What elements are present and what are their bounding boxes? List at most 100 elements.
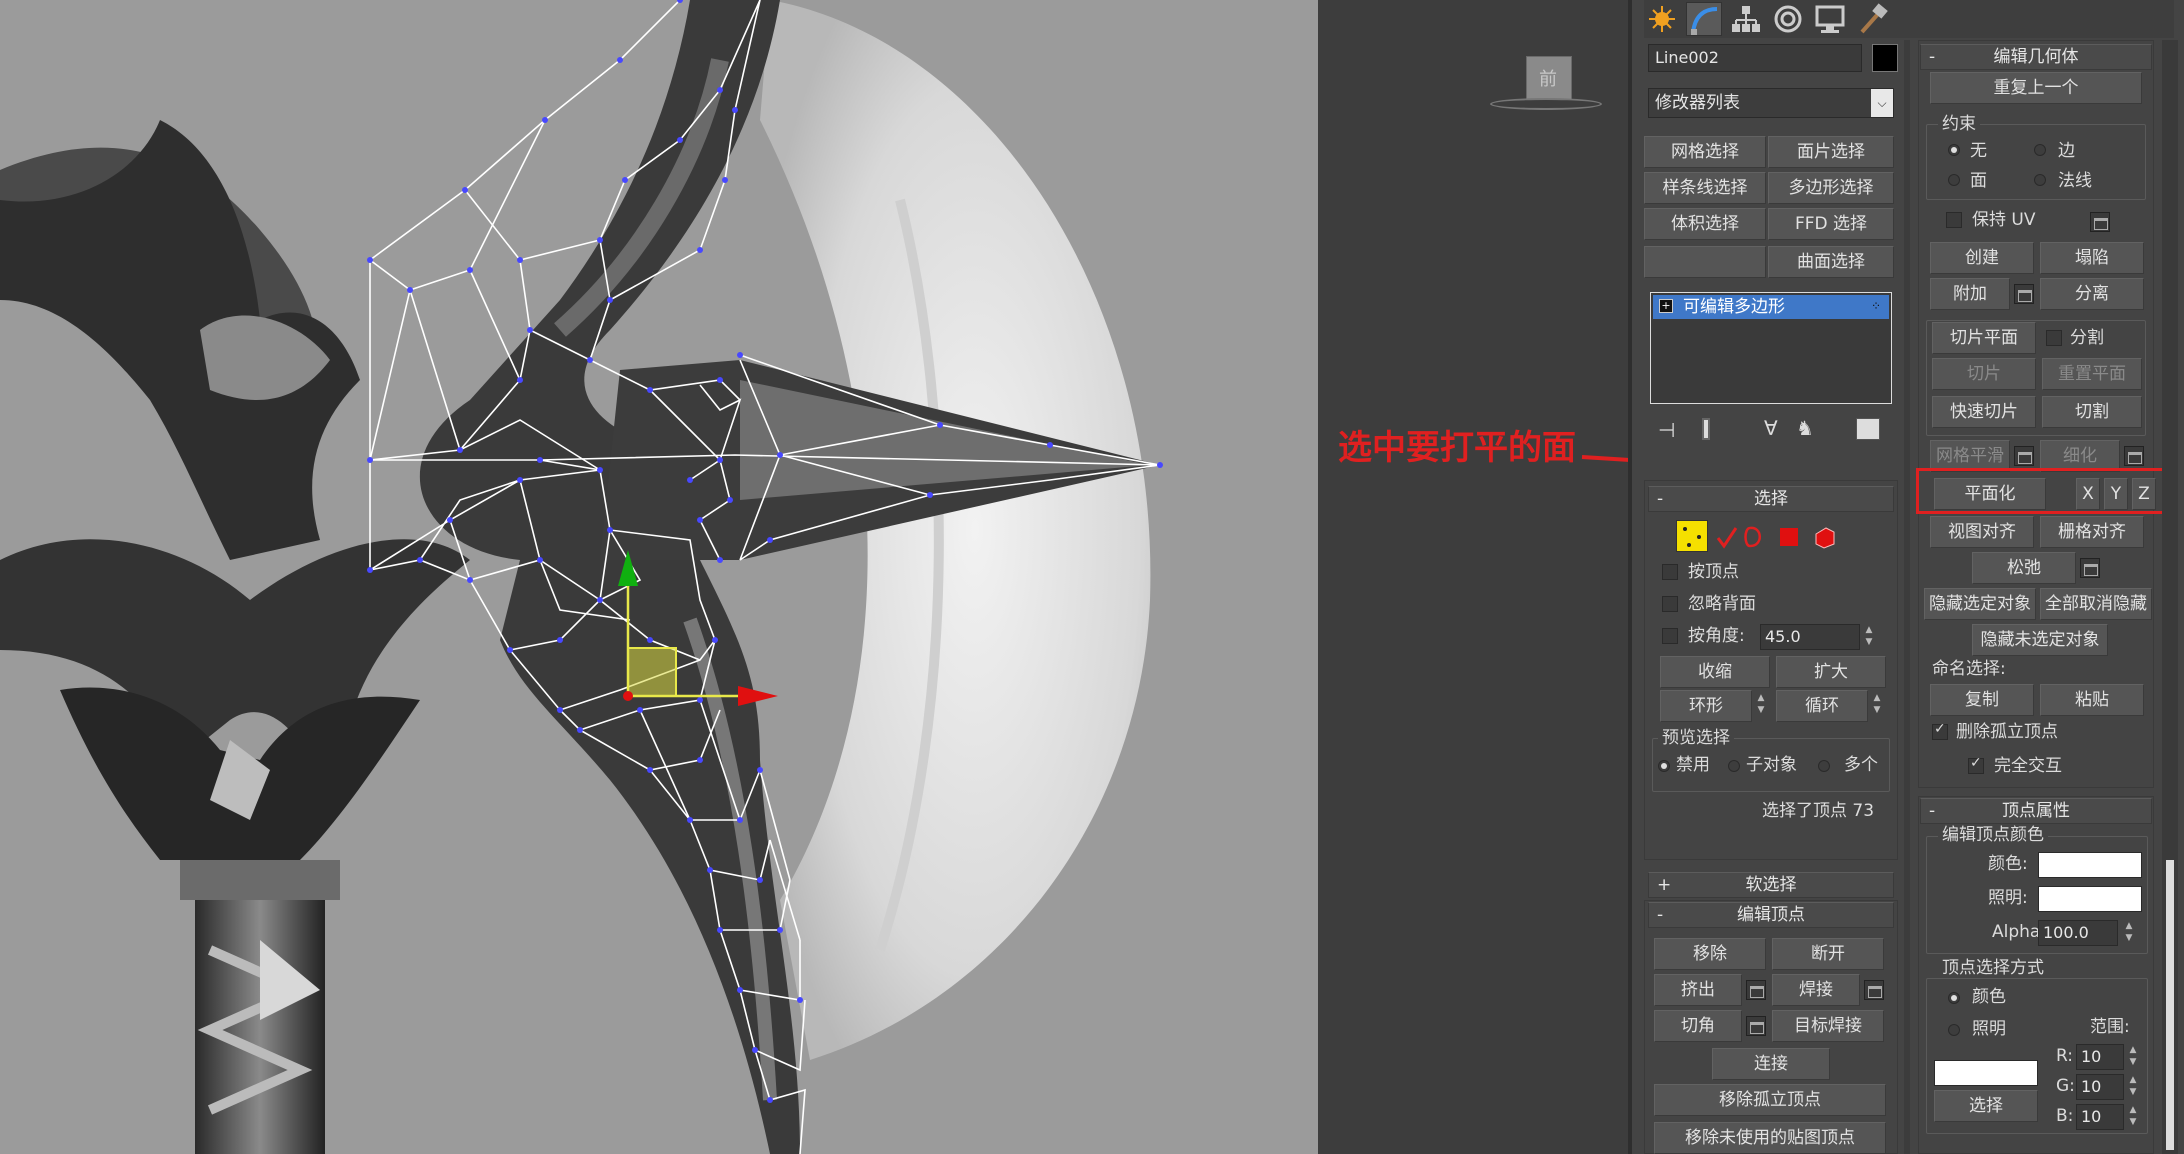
- range-b-spinner[interactable]: 10: [2076, 1104, 2124, 1130]
- paste-button[interactable]: 粘贴: [2040, 684, 2144, 716]
- weld-button[interactable]: 焊接: [1772, 974, 1860, 1006]
- by-vertex-checkbox[interactable]: [1662, 564, 1678, 580]
- remove-isolated-button[interactable]: 移除孤立顶点: [1654, 1084, 1886, 1116]
- constraint-face-radio[interactable]: [1948, 174, 1960, 186]
- polygon-mode-icon[interactable]: [1780, 528, 1798, 546]
- display-icon[interactable]: [1812, 2, 1848, 36]
- weld-settings-icon[interactable]: [1864, 980, 1884, 1000]
- range-r-arrows[interactable]: ▲ ▼: [2126, 1044, 2140, 1070]
- angle-spinner[interactable]: 45.0: [1760, 624, 1860, 650]
- volume-select-button[interactable]: 体积选择: [1644, 208, 1766, 240]
- viewport-dark-area[interactable]: 前: [1318, 0, 1628, 1154]
- range-r-spinner[interactable]: 10: [2076, 1044, 2124, 1070]
- cut-button[interactable]: 切割: [2042, 396, 2142, 428]
- select-button[interactable]: 选择: [1934, 1090, 2038, 1122]
- poly-select-button[interactable]: 多边形选择: [1768, 172, 1894, 204]
- create-button[interactable]: 创建: [1930, 242, 2034, 274]
- delete-isolated-checkbox[interactable]: [1932, 721, 1948, 740]
- vertex-illumination-swatch[interactable]: [2038, 886, 2142, 912]
- select-by-color-radio[interactable]: [1948, 992, 1960, 1004]
- surface-select-button[interactable]: 曲面选择: [1768, 246, 1894, 278]
- detach-button[interactable]: 分离: [2040, 278, 2144, 310]
- preview-subobject-radio[interactable]: [1728, 760, 1740, 772]
- stack-item-editable-poly[interactable]: + 可编辑多边形 ⁘: [1653, 295, 1889, 319]
- edit-vertices-rollout-header[interactable]: - 编辑顶点: [1648, 902, 1894, 928]
- vertex-properties-rollout-header[interactable]: - 顶点属性: [1920, 798, 2152, 824]
- viewport[interactable]: [0, 0, 1318, 1154]
- pin-stack-icon[interactable]: ⊣: [1658, 418, 1675, 442]
- repeat-last-button[interactable]: 重复上一个: [1930, 72, 2142, 104]
- chevron-down-icon[interactable]: ⌵: [1871, 89, 1893, 117]
- reset-plane-button[interactable]: 重置平面: [2042, 358, 2142, 390]
- constraint-normal-radio[interactable]: [2034, 174, 2046, 186]
- alpha-spinner[interactable]: 100.0: [2038, 920, 2118, 946]
- loop-button[interactable]: 循环: [1776, 690, 1868, 722]
- full-interactivity-checkbox[interactable]: [1968, 755, 1984, 774]
- patch-select-button[interactable]: 面片选择: [1768, 136, 1894, 168]
- extrude-button[interactable]: 挤出: [1654, 974, 1742, 1006]
- copy-button[interactable]: 复制: [1930, 684, 2034, 716]
- quickslice-button[interactable]: 快速切片: [1932, 396, 2036, 428]
- motion-icon[interactable]: [1770, 2, 1806, 36]
- select-by-illum-radio[interactable]: [1948, 1024, 1960, 1036]
- angle-spinner-arrows[interactable]: ▲ ▼: [1862, 624, 1876, 650]
- hierarchy-icon[interactable]: [1728, 2, 1764, 36]
- chamfer-settings-icon[interactable]: [1746, 1016, 1766, 1036]
- ring-spinner-arrows[interactable]: ▲ ▼: [1754, 692, 1768, 718]
- expand-icon[interactable]: +: [1659, 299, 1673, 313]
- ring-button[interactable]: 环形: [1660, 690, 1752, 722]
- grid-align-button[interactable]: 栅格对齐: [2040, 516, 2144, 548]
- select-color-swatch[interactable]: [1934, 1060, 2038, 1086]
- border-mode-icon[interactable]: [1742, 524, 1768, 550]
- panel-scrollbar-thumb[interactable]: [2166, 860, 2174, 1150]
- preview-multi-radio[interactable]: [1818, 760, 1830, 772]
- modifier-list-dropdown[interactable]: 修改器列表 ⌵: [1648, 88, 1894, 118]
- loop-spinner-arrows[interactable]: ▲ ▼: [1870, 692, 1884, 718]
- object-color-swatch[interactable]: [1872, 44, 1898, 72]
- range-g-spinner[interactable]: 10: [2076, 1074, 2124, 1100]
- view-align-button[interactable]: 视图对齐: [1930, 516, 2034, 548]
- edit-geometry-rollout-header[interactable]: - 编辑几何体: [1920, 44, 2152, 70]
- configure-sets-icon[interactable]: [1856, 418, 1880, 440]
- spline-select-button[interactable]: 样条线选择: [1644, 172, 1766, 204]
- by-angle-checkbox[interactable]: [1662, 628, 1678, 644]
- range-g-arrows[interactable]: ▲ ▼: [2126, 1074, 2140, 1100]
- relax-settings-icon[interactable]: [2080, 558, 2100, 578]
- slice-button[interactable]: 切片: [1932, 358, 2036, 390]
- panel-divider[interactable]: [1628, 0, 1632, 1154]
- range-b-arrows[interactable]: ▲ ▼: [2126, 1104, 2140, 1130]
- soft-selection-rollout-header[interactable]: + 软选择: [1648, 872, 1894, 898]
- unhide-all-button[interactable]: 全部取消隐藏: [2040, 588, 2152, 620]
- collapse-button[interactable]: 塌陷: [2040, 242, 2144, 274]
- tessellate-settings-icon[interactable]: [2124, 446, 2144, 466]
- target-weld-button[interactable]: 目标焊接: [1772, 1010, 1884, 1042]
- viewcube-ring[interactable]: [1490, 98, 1602, 110]
- remove-modifier-icon[interactable]: ♞: [1796, 416, 1814, 440]
- preview-off-radio[interactable]: [1658, 760, 1670, 772]
- split-checkbox[interactable]: [2046, 330, 2062, 346]
- extrude-settings-icon[interactable]: [1746, 980, 1766, 1000]
- hide-selected-button[interactable]: 隐藏选定对象: [1924, 588, 2036, 620]
- selection-rollout-header[interactable]: - 选择: [1648, 486, 1894, 512]
- connect-button[interactable]: 连接: [1712, 1048, 1830, 1080]
- shrink-button[interactable]: 收缩: [1660, 656, 1770, 688]
- preserve-uv-settings-icon[interactable]: [2090, 212, 2110, 232]
- utilities-icon[interactable]: [1854, 2, 1890, 36]
- grow-button[interactable]: 扩大: [1776, 656, 1886, 688]
- constraint-none-radio[interactable]: [1948, 144, 1960, 156]
- vertex-color-swatch[interactable]: [2038, 852, 2142, 878]
- make-unique-icon[interactable]: ∀: [1764, 416, 1778, 440]
- relax-button[interactable]: 松弛: [1972, 552, 2076, 584]
- element-mode-icon[interactable]: [1812, 524, 1838, 550]
- modifier-stack[interactable]: + 可编辑多边形 ⁘: [1650, 292, 1892, 404]
- ignore-backfacing-checkbox[interactable]: [1662, 596, 1678, 612]
- attach-list-icon[interactable]: [2014, 284, 2034, 304]
- vertex-mode-icon[interactable]: [1676, 520, 1708, 552]
- remove-button[interactable]: 移除: [1654, 938, 1766, 970]
- viewcube[interactable]: 前: [1526, 56, 1572, 100]
- preserve-uv-checkbox[interactable]: [1946, 212, 1962, 228]
- alpha-spinner-arrows[interactable]: ▲ ▼: [2122, 920, 2136, 946]
- meshsmooth-settings-icon[interactable]: [2014, 446, 2034, 466]
- object-name-field[interactable]: Line002: [1648, 44, 1862, 72]
- modify-icon[interactable]: [1686, 2, 1722, 36]
